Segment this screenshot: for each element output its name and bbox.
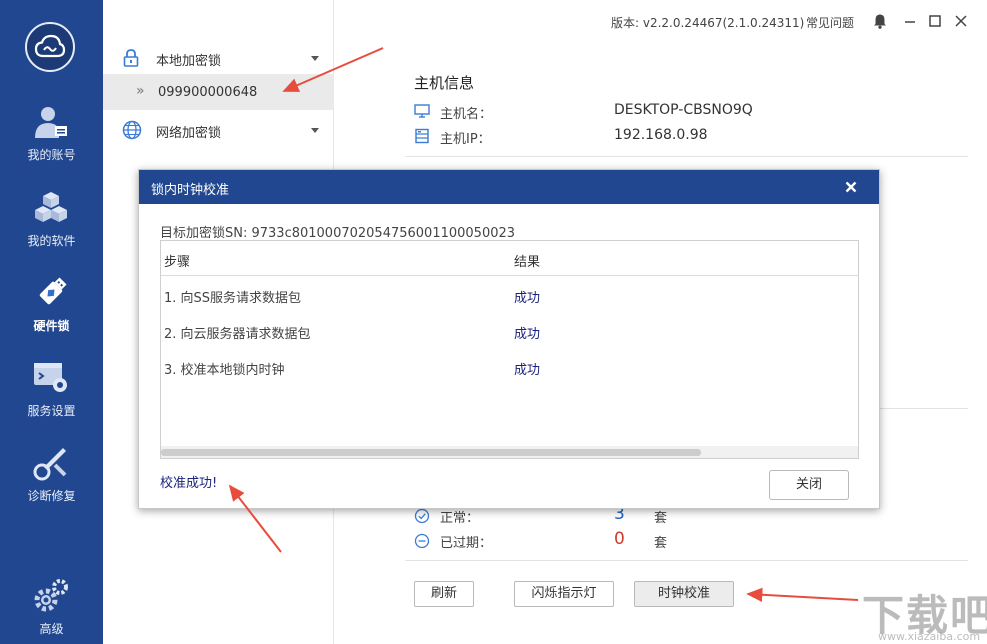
title-bar: 版本: v2.2.0.24467(2.1.0.24311) 常见问题 (334, 0, 987, 42)
lock-serial: 099900000648 (158, 85, 258, 100)
terminal-gear-icon (34, 363, 67, 392)
tree-item-lock[interactable]: » 099900000648 (103, 74, 334, 110)
user-account-icon (35, 107, 67, 138)
stat-expired-count: 0 (614, 529, 625, 549)
table-header: 步骤 结果 (161, 241, 858, 276)
clock-calibration-dialog: 锁内时钟校准 目标加密锁SN: 9733c8010007020547560011… (138, 169, 880, 509)
nav-label: 我的账号 (27, 148, 76, 162)
host-ip-label: 主机IP： (440, 132, 491, 147)
double-chevron-right-icon: » (136, 83, 145, 99)
close-icon[interactable] (843, 179, 859, 195)
stat-unit: 套 (654, 536, 668, 551)
column-header-result: 结果 (514, 255, 541, 270)
gears-icon (34, 579, 68, 612)
nav-label: 硬件锁 (33, 319, 70, 333)
host-info-title: 主机信息 (414, 74, 475, 92)
table-row: 2. 向云服务器请求数据包 成功 (161, 313, 858, 349)
scrollbar-thumb[interactable] (161, 449, 701, 456)
maximize-icon[interactable] (927, 13, 943, 29)
chevron-down-icon[interactable] (311, 128, 319, 133)
tree-network-locks[interactable]: 网络加密锁 (103, 112, 334, 148)
table-row: 3. 校准本地锁内时钟 成功 (161, 349, 858, 385)
result-cell: 成功 (514, 291, 541, 306)
nav-advanced[interactable]: 高级 (0, 578, 103, 644)
column-header-step: 步骤 (164, 255, 191, 270)
watermark-url: www.xiazaiba.com (878, 630, 981, 643)
nav-my-software[interactable]: 我的软件 (0, 190, 103, 270)
nav-diagnose-repair[interactable]: 诊断修复 (0, 445, 103, 525)
dialog-close-button[interactable]: 关闭 (769, 470, 849, 500)
host-ip-value: 192.168.0.98 (614, 127, 708, 143)
padlock-icon (123, 49, 139, 67)
cubes-icon (35, 192, 67, 222)
nav-label: 我的软件 (27, 234, 76, 248)
horizontal-scrollbar[interactable] (161, 446, 858, 458)
step-cell: 1. 向SS服务请求数据包 (164, 291, 302, 306)
tree-label: 网络加密锁 (156, 126, 222, 141)
bell-icon[interactable] (872, 13, 888, 29)
monitor-icon (414, 104, 430, 118)
blink-led-button[interactable]: 闪烁指示灯 (514, 581, 614, 607)
minus-circle-icon (414, 533, 430, 549)
clock-calibrate-button[interactable]: 时钟校准 (634, 581, 734, 607)
app-logo (25, 22, 75, 72)
refresh-button[interactable]: 刷新 (414, 581, 474, 607)
step-cell: 2. 向云服务器请求数据包 (164, 327, 311, 342)
divider (405, 560, 968, 561)
result-cell: 成功 (514, 363, 541, 378)
tree-label: 本地加密锁 (156, 54, 222, 69)
dialog-title: 锁内时钟校准 (151, 183, 230, 198)
stat-unit: 套 (654, 511, 668, 526)
tree-local-locks[interactable]: 本地加密锁 (103, 40, 334, 76)
nav-label: 服务设置 (27, 404, 76, 418)
nav-label: 诊断修复 (27, 489, 76, 503)
watermark: 下载吧 www.xiazaiba.com (858, 580, 987, 644)
step-cell: 3. 校准本地锁内时钟 (164, 363, 285, 378)
table-row: 1. 向SS服务请求数据包 成功 (161, 277, 858, 313)
faq-link[interactable]: 常见问题 (806, 14, 854, 31)
stat-normal-label: 正常： (440, 511, 480, 526)
check-circle-icon (414, 508, 430, 524)
host-name-label: 主机名： (440, 107, 493, 122)
chevron-down-icon[interactable] (311, 56, 319, 61)
arrow-annotation (746, 587, 859, 602)
nav-my-account[interactable]: 我的账号 (0, 104, 103, 184)
stat-expired-label: 已过期： (440, 536, 493, 551)
globe-icon (122, 120, 142, 140)
calibration-status: 校准成功! (160, 476, 218, 491)
server-icon (415, 128, 429, 144)
usb-key-icon (39, 277, 67, 305)
left-nav: 我的账号 我的软件 硬件锁 服务设置 诊断修复 高级 (0, 0, 103, 644)
minimize-icon[interactable] (902, 13, 918, 29)
wrench-icon (33, 448, 67, 481)
close-icon[interactable] (953, 13, 969, 29)
version-label: 版本: v2.2.0.24467(2.1.0.24311) (611, 16, 805, 30)
nav-service-settings[interactable]: 服务设置 (0, 360, 103, 440)
cloud-logo-icon (34, 34, 66, 58)
host-name-value: DESKTOP-CBSNO9Q (614, 102, 753, 118)
nav-label: 高级 (39, 622, 64, 636)
dialog-title-bar: 锁内时钟校准 (139, 170, 879, 204)
nav-hardware-lock[interactable]: 硬件锁 (0, 275, 103, 355)
result-cell: 成功 (514, 327, 541, 342)
divider (405, 156, 968, 157)
steps-table: 步骤 结果 1. 向SS服务请求数据包 成功 2. 向云服务器请求数据包 成功 … (160, 240, 859, 459)
target-sn: 目标加密锁SN: 9733c80100070205475600110005002… (160, 226, 516, 241)
